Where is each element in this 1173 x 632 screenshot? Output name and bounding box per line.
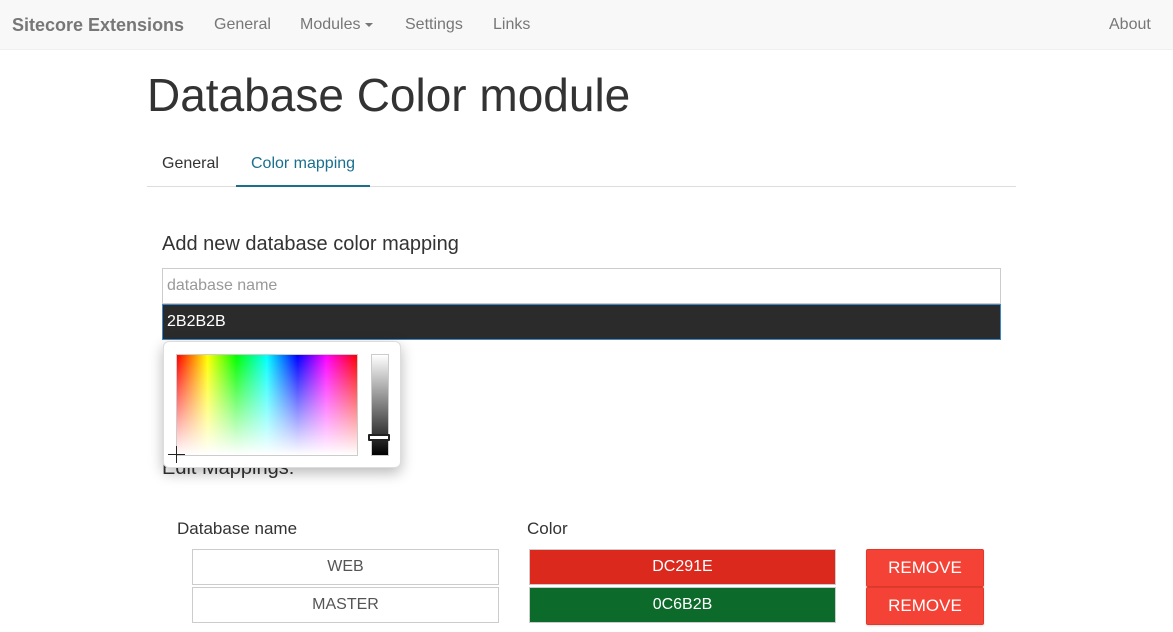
- mapping-color-field[interactable]: 0C6B2B: [529, 587, 836, 623]
- remove-button[interactable]: REMOVE: [866, 549, 984, 587]
- slider-handle-icon[interactable]: [368, 434, 390, 441]
- navbar: Sitecore Extensions General Modules Sett…: [0, 0, 1173, 50]
- remove-button[interactable]: REMOVE: [866, 587, 984, 625]
- mapping-name-field[interactable]: MASTER: [192, 587, 499, 623]
- crosshair-icon[interactable]: [168, 446, 185, 463]
- nav-item-modules[interactable]: Modules: [300, 15, 374, 35]
- nav-item-general[interactable]: General: [214, 15, 271, 35]
- nav-item-about[interactable]: About: [1109, 15, 1151, 35]
- mapping-color-field[interactable]: DC291E: [529, 549, 836, 585]
- mapping-name-field[interactable]: WEB: [192, 549, 499, 585]
- color-input[interactable]: [162, 304, 1001, 340]
- page-title: Database Color module: [147, 69, 631, 121]
- tab-general[interactable]: General: [147, 143, 234, 187]
- nav-item-modules-label: Modules: [300, 16, 361, 33]
- column-header-database-name: Database name: [177, 519, 298, 538]
- database-name-input[interactable]: [162, 268, 1001, 304]
- column-header-color: Color: [527, 519, 568, 538]
- brand-link[interactable]: Sitecore Extensions: [12, 15, 184, 35]
- nav-item-links[interactable]: Links: [493, 15, 530, 35]
- add-mapping-heading: Add new database color mapping: [162, 233, 459, 255]
- color-picker-popup: [163, 341, 401, 468]
- saturation-lightness-area[interactable]: [176, 354, 358, 456]
- nav-item-settings[interactable]: Settings: [405, 15, 463, 35]
- tab-color-mapping[interactable]: Color mapping: [236, 143, 371, 187]
- tab-bar: General Color mapping: [147, 143, 1016, 187]
- caret-down-icon: [365, 22, 374, 27]
